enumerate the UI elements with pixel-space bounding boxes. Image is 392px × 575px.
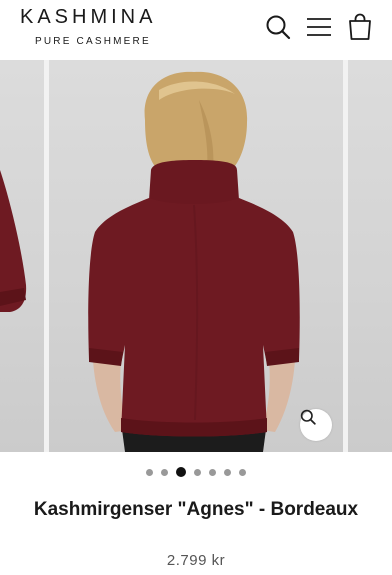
brand-logo[interactable]: KASHMINA PURE CASHMERE <box>20 6 156 48</box>
product-photo-model <box>88 71 300 452</box>
site-header: KASHMINA PURE CASHMERE <box>0 0 392 60</box>
gallery-pagination <box>0 452 392 492</box>
zoom-button[interactable] <box>300 409 332 441</box>
pagination-dot[interactable] <box>209 468 216 476</box>
gallery-slide-active[interactable] <box>49 60 343 452</box>
sweater-sleeve-image <box>0 170 27 312</box>
gallery-slide-next[interactable] <box>348 60 392 452</box>
menu-icon[interactable] <box>305 13 333 41</box>
product-title: Kashmirgenser "Agnes" - Bordeaux <box>33 499 359 520</box>
shopping-bag-icon[interactable] <box>346 13 374 41</box>
pagination-dot[interactable] <box>194 468 201 476</box>
brand-tagline: PURE CASHMERE <box>35 36 151 47</box>
gallery-slide-previous[interactable] <box>0 60 44 452</box>
pagination-dot[interactable] <box>146 468 153 476</box>
product-price: 2.799 kr <box>166 552 226 569</box>
pagination-dot[interactable] <box>224 468 231 476</box>
pagination-dot[interactable] <box>239 468 246 476</box>
search-icon[interactable] <box>264 13 292 41</box>
product-image-gallery[interactable] <box>0 60 392 452</box>
pagination-dot-active[interactable] <box>176 467 186 477</box>
brand-name: KASHMINA <box>20 6 157 28</box>
pagination-dot[interactable] <box>161 468 168 476</box>
